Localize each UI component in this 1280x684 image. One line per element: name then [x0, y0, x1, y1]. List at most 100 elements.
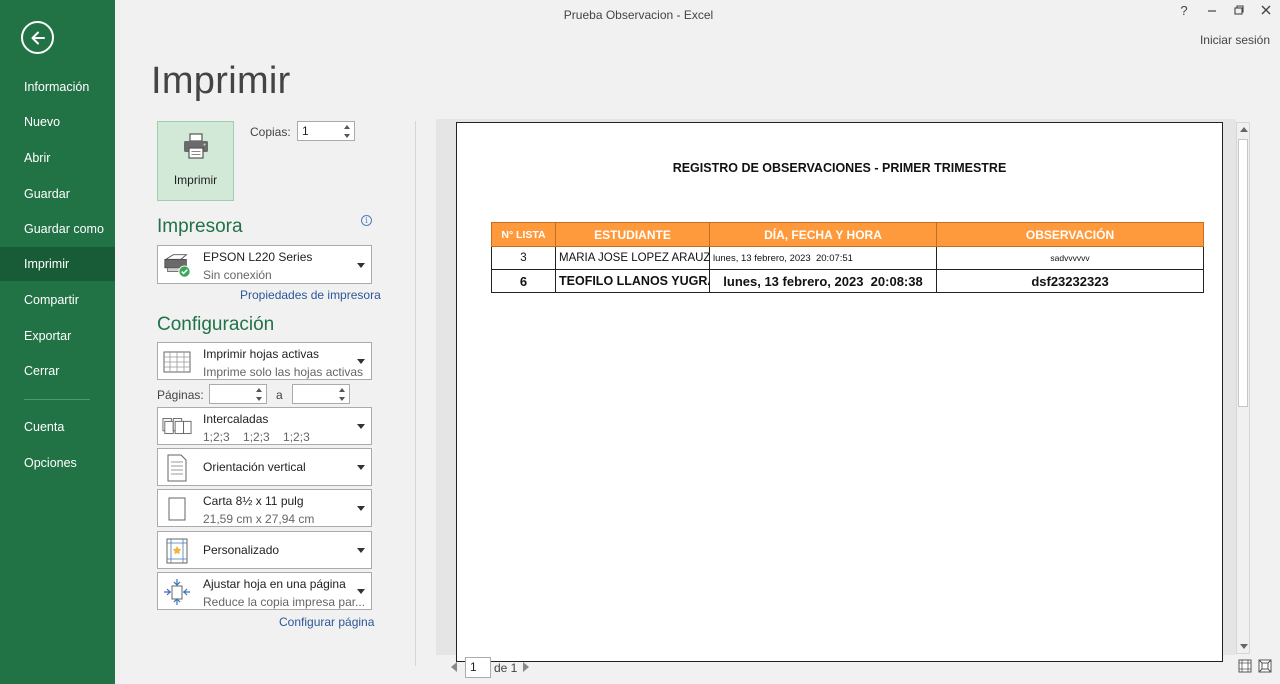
observations-table: N° LISTA ESTUDIANTE DÍA, FECHA Y HORA OB… — [491, 222, 1204, 293]
menu-item-cuenta[interactable]: Cuenta — [0, 410, 115, 444]
zoom-to-page-icon — [1258, 659, 1272, 673]
pages-to-stepper[interactable] — [292, 384, 350, 404]
table-cell: TEOFILO LLANOS YUGRA — [555, 269, 710, 293]
copies-input[interactable] — [298, 122, 340, 140]
scroll-down-icon[interactable] — [1240, 644, 1248, 649]
scaling-dropdown[interactable]: Ajustar hoja en una página Reduce la cop… — [157, 572, 372, 610]
printer-name: EPSON L220 Series — [203, 250, 313, 264]
settings-section-title: Configuración — [157, 314, 275, 335]
margins-dropdown[interactable]: Personalizado — [157, 531, 372, 569]
menu-item-compartir[interactable]: Compartir — [0, 283, 115, 317]
print-button[interactable]: Imprimir — [157, 121, 234, 201]
minimize-icon — [1208, 10, 1216, 12]
print-what-title: Imprimir hojas activas — [203, 347, 320, 361]
chevron-down-icon — [357, 548, 365, 553]
pages-from-input[interactable] — [210, 385, 252, 403]
menu-item-abrir[interactable]: Abrir — [0, 141, 115, 175]
custom-margins-icon — [162, 536, 192, 566]
zoom-to-page-button[interactable] — [1258, 659, 1272, 673]
table-cell: MARIA JOSE LOPEZ ARAUZ — [555, 246, 710, 270]
print-button-label: Imprimir — [173, 173, 218, 187]
column-header: OBSERVACIÓN — [936, 222, 1204, 247]
previous-page-button[interactable] — [451, 662, 457, 672]
printer-icon — [182, 133, 210, 164]
spin-down-icon[interactable] — [256, 396, 262, 401]
pages-from-stepper[interactable] — [209, 384, 267, 404]
page-total: de 1 — [494, 661, 518, 675]
printer-offline-icon — [162, 250, 192, 280]
table-cell: dsf23232323 — [936, 269, 1204, 293]
paper-size-subtitle: 21,59 cm x 27,94 cm — [203, 512, 315, 526]
help-button[interactable]: ? — [1176, 3, 1192, 18]
window-title: Prueba Observacion - Excel — [563, 8, 714, 22]
menu-item-guardar-como[interactable]: Guardar como — [0, 212, 115, 246]
active-sheets-icon — [162, 347, 192, 377]
show-margins-button[interactable] — [1238, 659, 1252, 673]
collate-subtitle: 1;2;3 1;2;3 1;2;3 — [203, 430, 310, 444]
backstage-sidebar: Información Nuevo Abrir Guardar Guardar … — [0, 0, 115, 684]
menu-item-exportar[interactable]: Exportar — [0, 319, 115, 353]
table-cell: 6 — [491, 269, 556, 293]
minimize-button[interactable] — [1204, 3, 1220, 20]
restore-button[interactable] — [1231, 3, 1247, 20]
column-header: N° LISTA — [491, 222, 556, 247]
preview-scrollbar[interactable] — [1236, 122, 1250, 654]
menu-item-guardar[interactable]: Guardar — [0, 177, 115, 211]
table-row: 3 MARIA JOSE LOPEZ ARAUZ lunes, 13 febre… — [491, 246, 1204, 270]
scroll-thumb[interactable] — [1238, 139, 1248, 407]
current-page-input[interactable]: 1 — [465, 657, 491, 678]
portrait-orientation-icon — [162, 453, 192, 483]
table-cell: 3 — [491, 246, 556, 270]
menu-item-informacion[interactable]: Información — [0, 70, 115, 104]
table-cell: lunes, 13 febrero, 2023 20:08:38 — [709, 269, 937, 293]
chevron-down-icon — [357, 465, 365, 470]
spin-down-icon[interactable] — [344, 133, 350, 138]
printer-properties-link[interactable]: Propiedades de impresora — [240, 288, 381, 302]
scaling-subtitle: Reduce la copia impresa par... — [203, 595, 366, 609]
printer-section-title: Impresora — [157, 216, 243, 237]
margins-title: Personalizado — [203, 543, 280, 557]
pages-label: Páginas: — [157, 388, 204, 402]
close-icon — [1261, 5, 1271, 15]
close-button[interactable] — [1258, 3, 1274, 20]
page-title: Imprimir — [151, 60, 291, 102]
paper-size-dropdown[interactable]: Carta 8½ x 11 pulg 21,59 cm x 27,94 cm — [157, 489, 372, 527]
pages-to-label: a — [276, 388, 283, 402]
menu-item-opciones[interactable]: Opciones — [0, 446, 115, 480]
fit-to-page-icon — [162, 577, 192, 607]
printer-status: Sin conexión — [203, 268, 272, 282]
info-icon[interactable]: i — [361, 215, 372, 226]
collate-dropdown[interactable]: Intercaladas 1;2;3 1;2;3 1;2;3 — [157, 407, 372, 445]
menu-item-nuevo[interactable]: Nuevo — [0, 105, 115, 139]
copies-label: Copias: — [250, 125, 291, 139]
menu-item-imprimir[interactable]: Imprimir — [0, 247, 115, 281]
table-row: 6 TEOFILO LLANOS YUGRA lunes, 13 febrero… — [491, 269, 1204, 293]
spin-down-icon[interactable] — [339, 396, 345, 401]
print-what-dropdown[interactable]: Imprimir hojas activas Imprime solo las … — [157, 342, 372, 380]
spin-up-icon[interactable] — [339, 387, 345, 392]
scaling-title: Ajustar hoja en una página — [203, 577, 346, 591]
column-header: DÍA, FECHA Y HORA — [709, 222, 937, 247]
printer-dropdown[interactable]: EPSON L220 Series Sin conexión — [157, 245, 372, 284]
back-button[interactable] — [21, 21, 54, 54]
pages-to-input[interactable] — [293, 385, 335, 403]
table-cell: lunes, 13 febrero, 2023 20:07:51 — [709, 246, 937, 270]
next-page-button[interactable] — [523, 662, 529, 672]
spin-up-icon[interactable] — [344, 124, 350, 129]
paper-size-title: Carta 8½ x 11 pulg — [203, 494, 304, 508]
column-header: ESTUDIANTE — [555, 222, 710, 247]
page-setup-link[interactable]: Configurar página — [279, 615, 374, 629]
menu-item-cerrar[interactable]: Cerrar — [0, 354, 115, 388]
show-margins-icon — [1238, 659, 1252, 673]
restore-icon — [1234, 5, 1244, 15]
menu-separator — [24, 399, 90, 400]
chevron-down-icon — [357, 262, 365, 268]
spin-up-icon[interactable] — [256, 387, 262, 392]
panel-divider — [415, 121, 416, 666]
scroll-up-icon[interactable] — [1240, 127, 1248, 132]
chevron-down-icon — [357, 359, 365, 364]
copies-stepper[interactable] — [297, 121, 355, 141]
print-what-subtitle: Imprime solo las hojas activas — [203, 365, 364, 379]
orientation-dropdown[interactable]: Orientación vertical — [157, 448, 372, 486]
signin-link[interactable]: Iniciar sesión — [1200, 33, 1270, 47]
